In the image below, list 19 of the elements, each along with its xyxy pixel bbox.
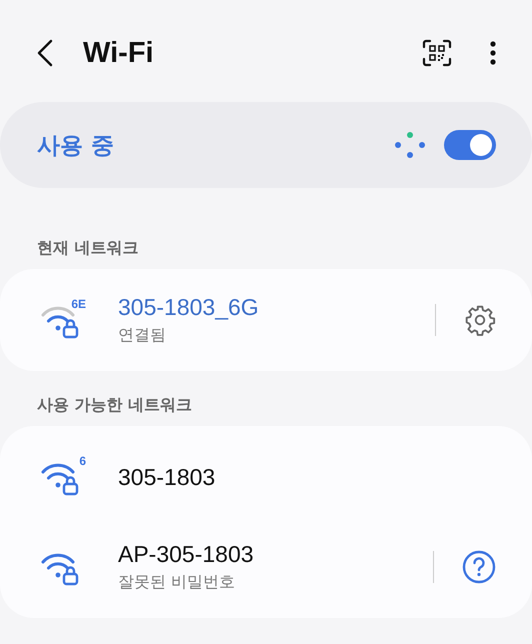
network-name: AP-305-1803 — [118, 541, 255, 568]
network-name: 305-1803_6G — [118, 294, 260, 321]
network-row[interactable]: AP-305-1803 잘못된 비밀번호 — [0, 522, 532, 612]
settings-icon[interactable] — [464, 304, 496, 336]
page-title: Wi-Fi — [83, 36, 154, 70]
scanning-dots-icon — [394, 131, 426, 159]
section-heading: 사용 가능한 네트워크 — [36, 394, 194, 416]
network-row[interactable]: 6 305-1803 — [0, 432, 532, 522]
more-options-icon[interactable] — [490, 41, 496, 65]
network-row[interactable]: 6E 305-1803_6G 연결됨 — [0, 275, 532, 365]
section-heading: 현재 네트워크 — [36, 237, 140, 259]
qr-code-icon[interactable] — [422, 39, 452, 67]
network-status: 연결됨 — [118, 325, 167, 346]
back-icon[interactable] — [37, 39, 53, 67]
wifi-status-label: 사용 중 — [37, 132, 114, 160]
network-name: 305-1803 — [118, 464, 216, 490]
wifi-toggle[interactable] — [444, 130, 496, 160]
help-icon[interactable] — [462, 550, 496, 584]
network-status: 잘못된 비밀번호 — [118, 572, 236, 593]
